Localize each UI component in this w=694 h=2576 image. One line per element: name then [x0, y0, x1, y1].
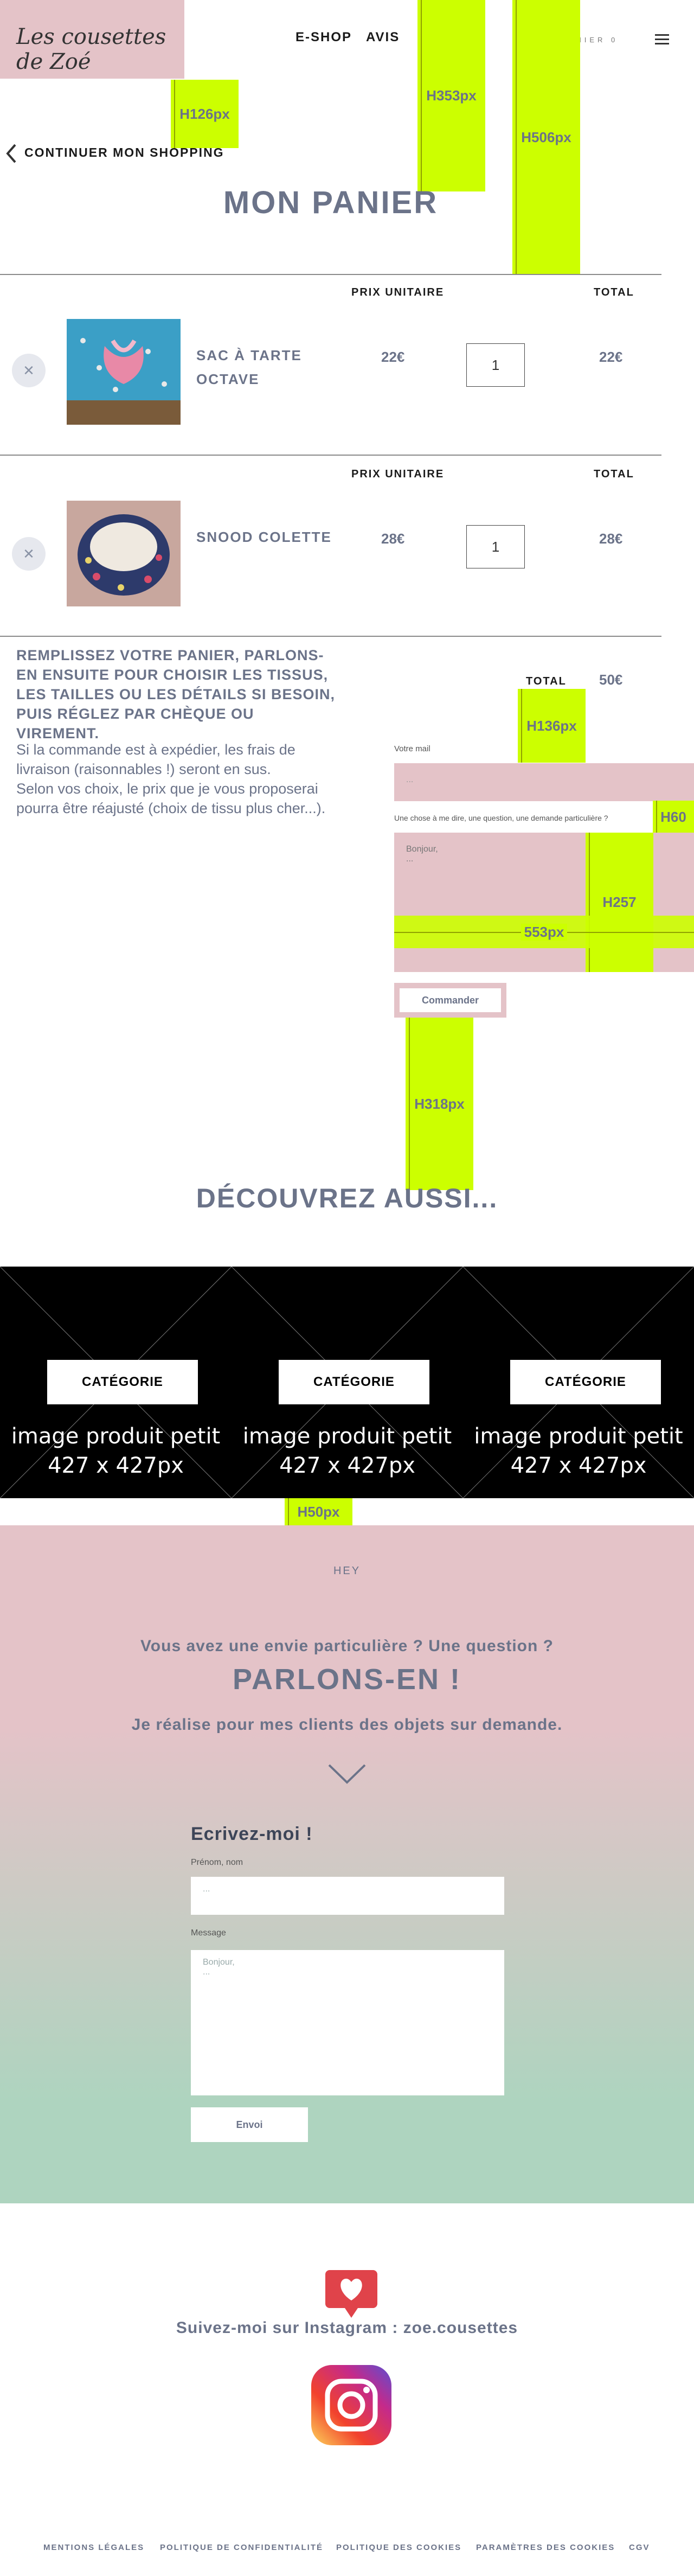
product-name[interactable]: SNOOD COLETTE [196, 525, 332, 549]
category-button[interactable]: CATÉGORIE [510, 1360, 661, 1404]
divider [0, 636, 661, 637]
mail-input[interactable]: ... [394, 763, 694, 801]
order-total-value: 50€ [599, 672, 623, 688]
nav-avis[interactable]: AVIS [366, 30, 400, 45]
spacing-marker: H60 [653, 801, 694, 833]
footer-link-cookie-settings[interactable]: PARAMÈTRES DES COOKIES [476, 2543, 615, 2552]
close-icon: ✕ [23, 362, 35, 379]
order-submit-button[interactable]: Commander [400, 988, 501, 1012]
order-info-pricing: Selon vos choix, le prix que je vous pro… [16, 781, 326, 816]
product-thumbnail[interactable] [67, 501, 181, 606]
order-info-heading: REMPLISSEZ VOTRE PANIER, PARLONS-EN ENSU… [16, 647, 336, 742]
instagram-label: Suivez-moi sur Instagram : zoe.cousettes [176, 2319, 518, 2337]
tile-caption: image produit petit 427 x 427px [242, 1424, 452, 1478]
contact-subtitle: Je réalise pour mes clients des objets s… [131, 1716, 563, 1734]
heart-notification-icon [325, 2270, 377, 2319]
logo-text: Les cousettes de Zoé [16, 24, 166, 74]
unit-price: 22€ [381, 349, 405, 365]
category-button[interactable]: CATÉGORIE [279, 1360, 429, 1404]
mail-label: Votre mail [394, 744, 430, 753]
order-total-label: TOTAL [526, 675, 567, 687]
tile-caption: image produit petit 427 x 427px [474, 1424, 683, 1478]
col-unit-price: PRIX UNITAIRE [351, 286, 445, 298]
contact-title: PARLONS-EN ! [233, 1663, 461, 1696]
tile-caption: image produit petit 427 x 427px [11, 1424, 221, 1478]
remove-item-button[interactable]: ✕ [12, 354, 46, 387]
category-tile[interactable]: CATÉGORIE image produit petit 427 x 427p… [0, 1267, 232, 1498]
spacing-marker: H318px [406, 1018, 473, 1190]
spacing-marker: H257 [586, 833, 653, 972]
footer-link-cgv[interactable]: CGV [629, 2543, 650, 2552]
site-logo[interactable]: Les cousettes de Zoé [0, 0, 184, 79]
line-total: 28€ [599, 530, 623, 547]
contact-kicker: HEY [333, 1565, 361, 1577]
spacing-marker: H50px [285, 1498, 352, 1525]
spacing-marker: 553px [394, 916, 694, 948]
quantity-input[interactable]: 1 [466, 343, 525, 387]
remove-item-button[interactable]: ✕ [12, 537, 46, 571]
menu-icon[interactable] [655, 34, 669, 45]
col-unit-price: PRIX UNITAIRE [351, 468, 445, 480]
quantity-input[interactable]: 1 [466, 525, 525, 568]
spacing-marker: H126px [171, 80, 239, 148]
product-name[interactable]: SAC À TARTE OCTAVE [196, 343, 302, 391]
name-label: Prénom, nom [191, 1858, 243, 1867]
continue-shopping-link[interactable]: CONTINUER MON SHOPPING [24, 145, 224, 160]
footer-link-legal[interactable]: MENTIONS LÉGALES [43, 2543, 144, 2552]
category-tile[interactable]: CATÉGORIE image produit petit 427 x 427p… [232, 1267, 463, 1498]
close-icon: ✕ [23, 545, 35, 562]
message-label: Message [191, 1928, 226, 1938]
discover-title: DÉCOUVREZ AUSSI... [196, 1183, 498, 1213]
message-label: Une chose à me dire, une question, une d… [394, 814, 608, 822]
product-thumbnail[interactable] [67, 319, 181, 425]
spacing-marker: H353px [417, 0, 485, 191]
chevron-down-icon [327, 1763, 367, 1785]
footer-link-privacy[interactable]: POLITIQUE DE CONFIDENTIALITÉ [160, 2543, 323, 2552]
line-total: 22€ [599, 349, 623, 365]
divider [0, 274, 661, 275]
col-total: TOTAL [594, 468, 634, 480]
order-info-shipping: Si la commande est à expédier, les frais… [16, 742, 295, 777]
instagram-icon[interactable] [311, 2365, 391, 2445]
contact-question: Vous avez une envie particulière ? Une q… [140, 1637, 554, 1655]
page-title: MON PANIER [223, 185, 439, 220]
spacing-marker: H506px [512, 0, 580, 274]
send-button[interactable]: Envoi [191, 2107, 308, 2142]
divider [0, 455, 661, 456]
order-submit-frame: Commander [394, 983, 506, 1018]
category-button[interactable]: CATÉGORIE [47, 1360, 198, 1404]
unit-price: 28€ [381, 530, 405, 547]
contact-section [0, 1525, 694, 2203]
form-title: Ecrivez-moi ! [191, 1824, 313, 1844]
spacing-marker: H136px [518, 689, 586, 763]
chevron-left-icon[interactable] [4, 143, 17, 164]
name-input[interactable]: ... [191, 1877, 504, 1915]
col-total: TOTAL [594, 286, 634, 298]
footer-link-cookies[interactable]: POLITIQUE DES COOKIES [336, 2543, 461, 2552]
category-tile[interactable]: CATÉGORIE image produit petit 427 x 427p… [463, 1267, 694, 1498]
nav-eshop[interactable]: E-SHOP [295, 30, 352, 45]
message-textarea[interactable]: Bonjour, ... [191, 1950, 504, 2095]
